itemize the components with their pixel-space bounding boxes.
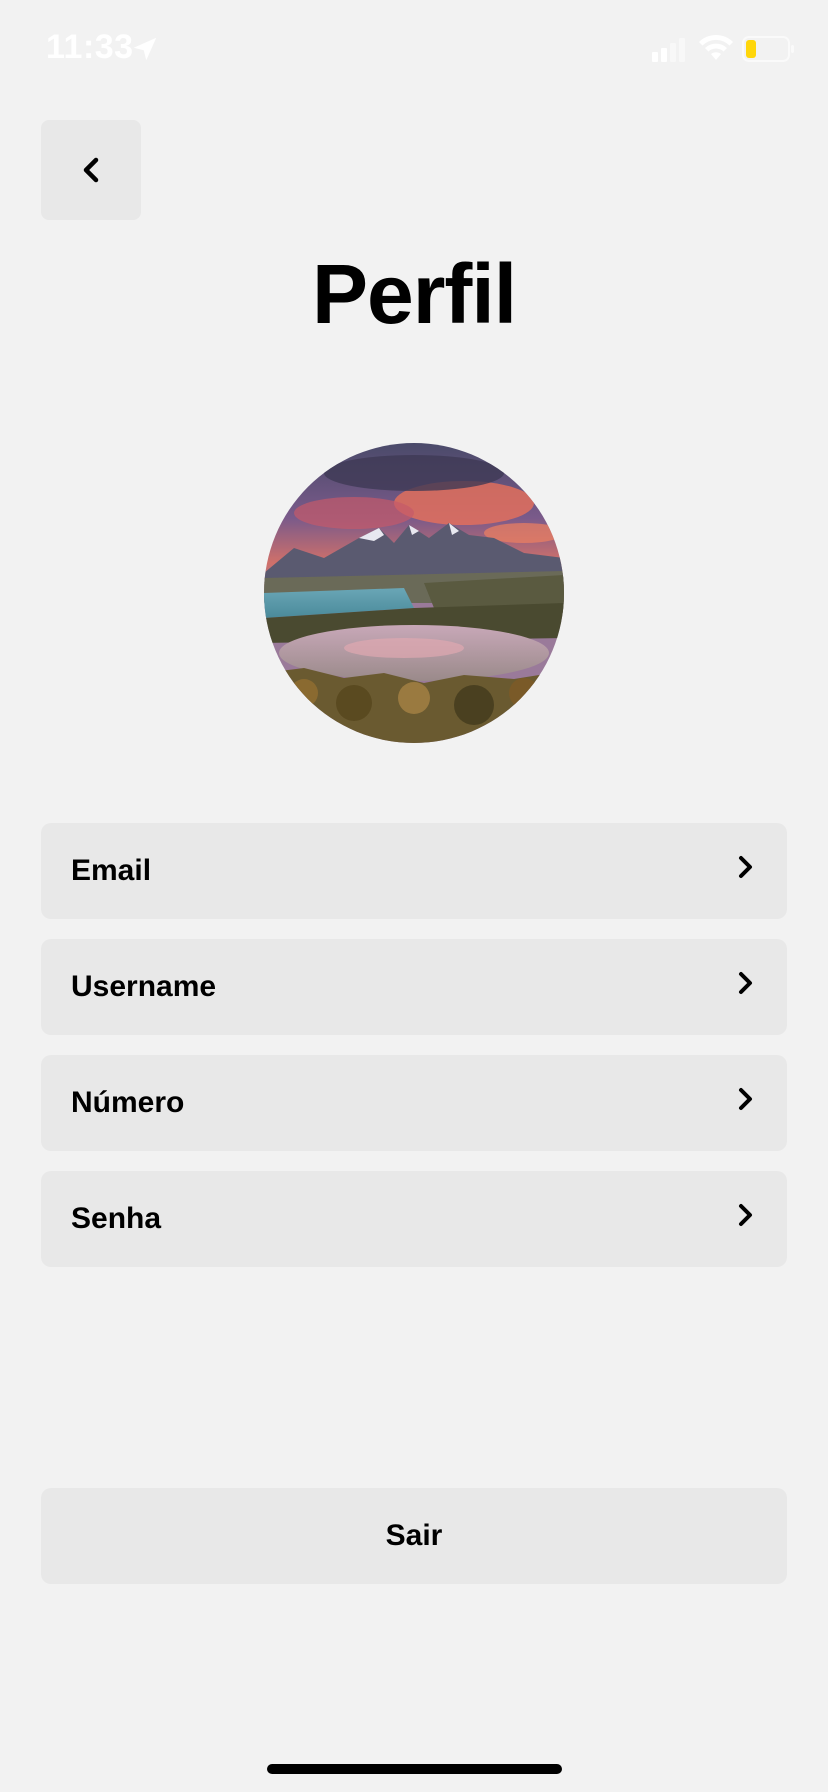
chevron-left-icon	[83, 157, 99, 183]
logout-button[interactable]: Sair	[41, 1488, 787, 1584]
status-time: 11:33	[46, 28, 134, 66]
avatar[interactable]	[264, 443, 564, 743]
profile-menu: Email Username Número Senha	[41, 823, 787, 1287]
menu-item-numero[interactable]: Número	[41, 1055, 787, 1151]
chevron-right-icon	[739, 1088, 752, 1110]
landscape-photo	[264, 443, 564, 743]
chevron-right-icon	[739, 1204, 752, 1226]
menu-item-label: Username	[71, 970, 217, 1003]
page-title: Perfil	[311, 247, 517, 341]
location-arrow-icon	[133, 37, 157, 61]
wifi-icon	[699, 34, 733, 60]
menu-item-email[interactable]: Email	[41, 823, 787, 919]
cellular-signal-icon	[652, 38, 685, 62]
back-button[interactable]	[41, 120, 141, 220]
chevron-right-icon	[739, 972, 752, 994]
menu-item-label: Email	[71, 854, 152, 887]
menu-item-username[interactable]: Username	[41, 939, 787, 1035]
menu-item-label: Número	[71, 1086, 185, 1119]
menu-item-label: Senha	[71, 1202, 162, 1235]
status-bar: 11:33	[0, 0, 828, 100]
battery-icon	[742, 36, 794, 62]
home-indicator[interactable]	[267, 1764, 562, 1774]
chevron-right-icon	[739, 856, 752, 878]
menu-item-senha[interactable]: Senha	[41, 1171, 787, 1267]
